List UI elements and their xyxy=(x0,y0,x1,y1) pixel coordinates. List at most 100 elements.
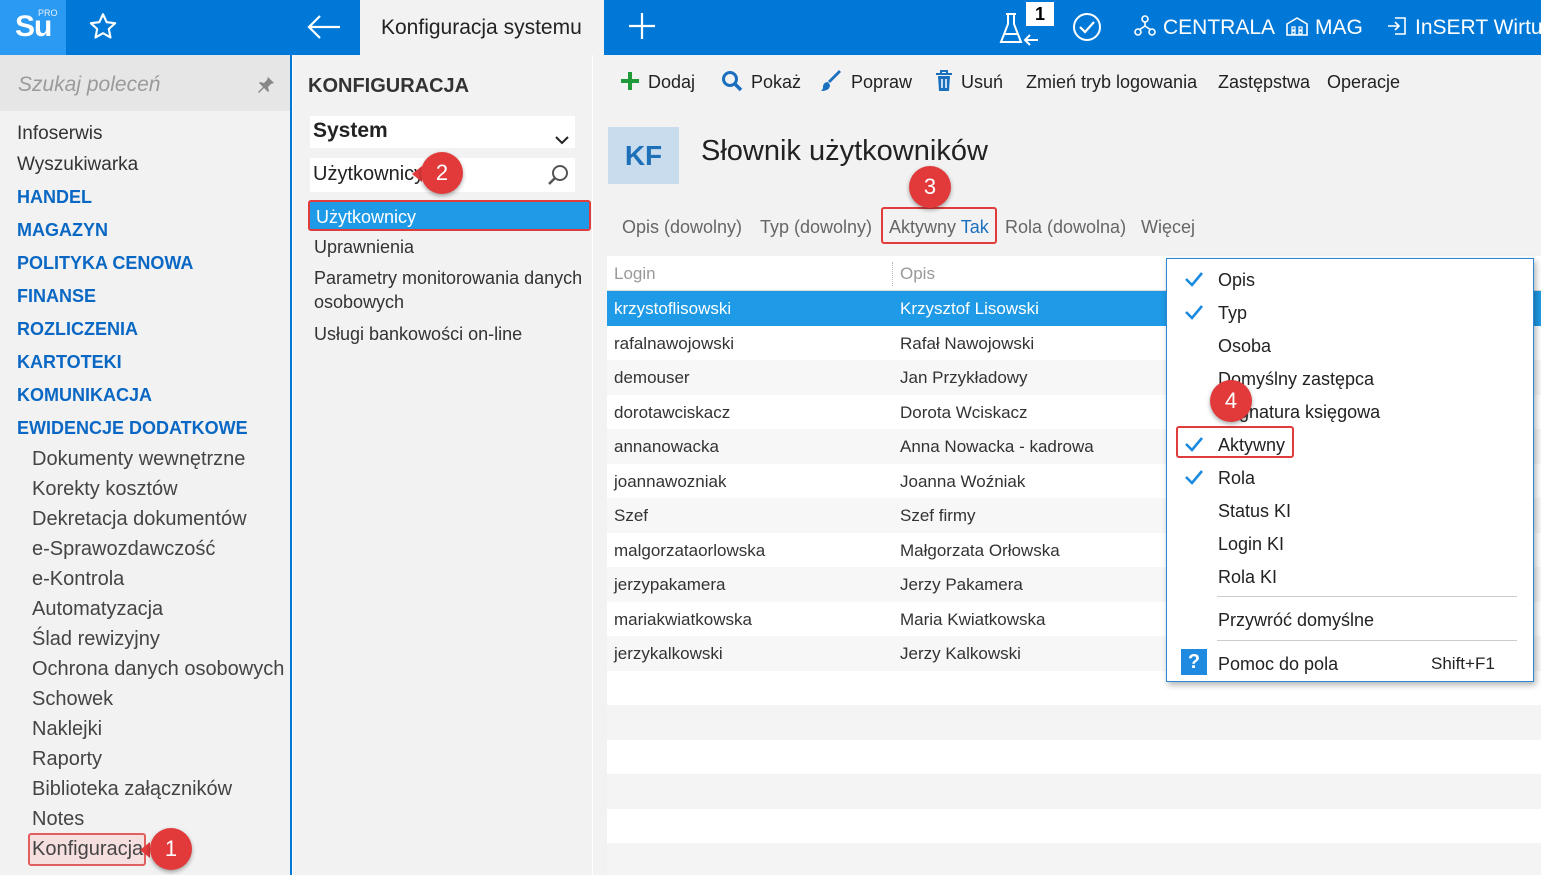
menu-item-restore-defaults[interactable]: Przywróć domyślne xyxy=(1218,610,1374,631)
sidebar-item-finanse[interactable]: FINANSE xyxy=(17,286,96,307)
checkmark-icon xyxy=(1184,271,1204,292)
delete-button[interactable]: Usuń xyxy=(935,70,1003,94)
checkmark-icon xyxy=(1184,304,1204,325)
warehouse-icon xyxy=(1286,17,1308,37)
column-header-opis[interactable]: Opis xyxy=(900,264,935,284)
sidebar-item-komunikacja[interactable]: KOMUNIKACJA xyxy=(17,385,152,406)
back-arrow-icon[interactable] xyxy=(304,10,346,44)
column-separator[interactable] xyxy=(892,262,893,286)
sidebar-item-rozliczenia[interactable]: ROZLICZENIA xyxy=(17,319,138,340)
sidebar-subitem[interactable]: Naklejki xyxy=(32,718,102,741)
trash-icon xyxy=(936,70,952,92)
company-selector[interactable]: CENTRALA xyxy=(1133,0,1275,55)
pin-icon[interactable] xyxy=(256,75,276,100)
filter-opis[interactable]: Opis (dowolny) xyxy=(622,217,742,238)
config-item-uzytkownicy[interactable]: Użytkownicy xyxy=(308,200,591,231)
menu-item-login-ki[interactable]: Login KI xyxy=(1218,534,1284,555)
sidebar-subitem[interactable]: Dekretacja dokumentów xyxy=(32,508,247,531)
favorites-star-icon[interactable] xyxy=(86,10,126,44)
config-search-value: Użytkownicy xyxy=(313,163,425,185)
login-icon xyxy=(1388,17,1406,36)
cell-opis: Jerzy Pakamera xyxy=(900,575,1023,594)
help-shortcut: Shift+F1 xyxy=(1431,654,1495,673)
sidebar-subitem[interactable]: Biblioteka załączników xyxy=(32,778,232,801)
help-question-icon: ? xyxy=(1181,649,1207,675)
show-button-label: Pokaż xyxy=(751,72,802,92)
filter-aktywny[interactable]: Aktywny Tak xyxy=(889,217,989,238)
cell-opis: Jan Przykładowy xyxy=(900,368,1028,387)
sidebar-subitem[interactable]: Raporty xyxy=(32,748,102,771)
sidebar-item-infoserwis[interactable]: Infoserwis xyxy=(17,123,103,145)
substitutes-button[interactable]: Zastępstwa xyxy=(1218,72,1310,93)
menu-item-field-help[interactable]: Pomoc do pola xyxy=(1218,654,1338,675)
check-circle-icon[interactable] xyxy=(1071,11,1103,43)
sidebar-subitem[interactable]: Ślad rewizyjny xyxy=(32,628,160,651)
sidebar-item-wyszukiwarka[interactable]: Wyszukiwarka xyxy=(17,154,138,176)
user-selector[interactable]: InSERT Wirtua xyxy=(1385,0,1541,55)
sidebar-subitem[interactable]: Dokumenty wewnętrzne xyxy=(32,448,245,471)
brush-icon xyxy=(821,70,841,92)
sidebar-item-polityka-cenowa[interactable]: POLITYKA CENOWA xyxy=(17,253,193,274)
config-area-select[interactable]: System xyxy=(310,116,575,148)
menu-item-opis[interactable]: Opis xyxy=(1218,270,1255,291)
filter-aktywny-label: Aktywny xyxy=(889,217,957,237)
cell-opis: Dorota Wciskacz xyxy=(900,402,1028,422)
sidebar-item-magazyn[interactable]: MAGAZYN xyxy=(17,220,108,241)
sidebar-item-kartoteki[interactable]: KARTOTEKI xyxy=(17,352,122,373)
empty-row xyxy=(607,774,1541,809)
cell-login: mariakwiatkowska xyxy=(614,609,752,629)
annotation-pointer xyxy=(140,842,150,858)
menu-item-rola[interactable]: Rola xyxy=(1218,468,1255,489)
sidebar-subitem-konfiguracja[interactable]: Konfiguracja xyxy=(32,838,143,861)
sidebar-subitem[interactable]: Notes xyxy=(32,808,84,831)
filter-more[interactable]: Więcej xyxy=(1141,217,1195,238)
cell-opis: Szef firmy xyxy=(900,506,976,525)
filter-rola[interactable]: Rola (dowolna) xyxy=(1005,217,1126,238)
cell-login: Szef xyxy=(614,506,649,525)
new-tab-plus-icon[interactable] xyxy=(626,10,660,44)
search-icon[interactable] xyxy=(546,163,570,193)
menu-separator xyxy=(1217,640,1517,641)
cell-opis: Krzysztof Lisowski xyxy=(900,299,1039,318)
config-area-value: System xyxy=(313,119,388,142)
menu-item-rola-ki[interactable]: Rola KI xyxy=(1218,567,1277,588)
chevron-down-icon xyxy=(555,127,569,151)
sidebar-subitem[interactable]: Automatyzacja xyxy=(32,598,163,621)
sidebar-subitem[interactable]: Schowek xyxy=(32,688,113,711)
sidebar-item-handel[interactable]: HANDEL xyxy=(17,187,92,208)
cell-login: annanowacka xyxy=(614,437,719,456)
command-search-input[interactable]: Szukaj poleceń xyxy=(0,55,290,111)
app-logo[interactable]: Su PRO xyxy=(0,0,66,55)
menu-item-status-ki[interactable]: Status KI xyxy=(1218,501,1291,522)
sidebar-subitem[interactable]: e-Sprawozdawczość xyxy=(32,538,215,561)
tab-konfiguracja-systemu[interactable]: Konfiguracja systemu xyxy=(360,0,604,55)
cell-login: jerzypakamera xyxy=(614,575,726,594)
menu-separator xyxy=(1217,596,1517,597)
menu-item-typ[interactable]: Typ xyxy=(1218,303,1247,324)
config-panel-title: KONFIGURACJA xyxy=(308,75,470,97)
edit-button[interactable]: Popraw xyxy=(821,70,913,94)
warehouse-selector[interactable]: MAG xyxy=(1285,0,1363,55)
config-item-uprawnienia[interactable]: Uprawnienia xyxy=(314,237,414,258)
annotation-badge: 1 xyxy=(150,828,192,870)
edit-button-label: Popraw xyxy=(851,72,913,92)
show-button[interactable]: Pokaż xyxy=(721,71,802,94)
sidebar-subitem[interactable]: Ochrona danych osobowych xyxy=(32,658,284,681)
cell-login: demouser xyxy=(614,368,690,387)
cell-opis: Małgorzata Orłowska xyxy=(900,540,1060,560)
plus-icon xyxy=(621,72,639,91)
sidebar-subitem[interactable]: Korekty kosztów xyxy=(32,478,178,501)
add-button[interactable]: Dodaj xyxy=(620,72,695,93)
column-header-login[interactable]: Login xyxy=(614,264,656,284)
config-item-parametry-line1[interactable]: Parametry monitorowania danych xyxy=(314,268,582,289)
sidebar-item-ewidencje-dodatkowe[interactable]: EWIDENCJE DODATKOWE xyxy=(17,418,248,439)
sidebar-subitem[interactable]: e-Kontrola xyxy=(32,568,124,591)
filter-typ[interactable]: Typ (dowolny) xyxy=(760,217,872,238)
config-item-parametry-line2[interactable]: osobowych xyxy=(314,292,404,313)
menu-item-osoba[interactable]: Osoba xyxy=(1218,336,1271,357)
change-login-mode-button[interactable]: Zmień tryb logowania xyxy=(1026,72,1197,93)
empty-row xyxy=(607,705,1541,740)
operations-button[interactable]: Operacje xyxy=(1327,72,1400,93)
logo-edition: PRO xyxy=(38,8,58,18)
config-item-uslugi-bankowosci[interactable]: Usługi bankowości on-line xyxy=(314,324,522,345)
